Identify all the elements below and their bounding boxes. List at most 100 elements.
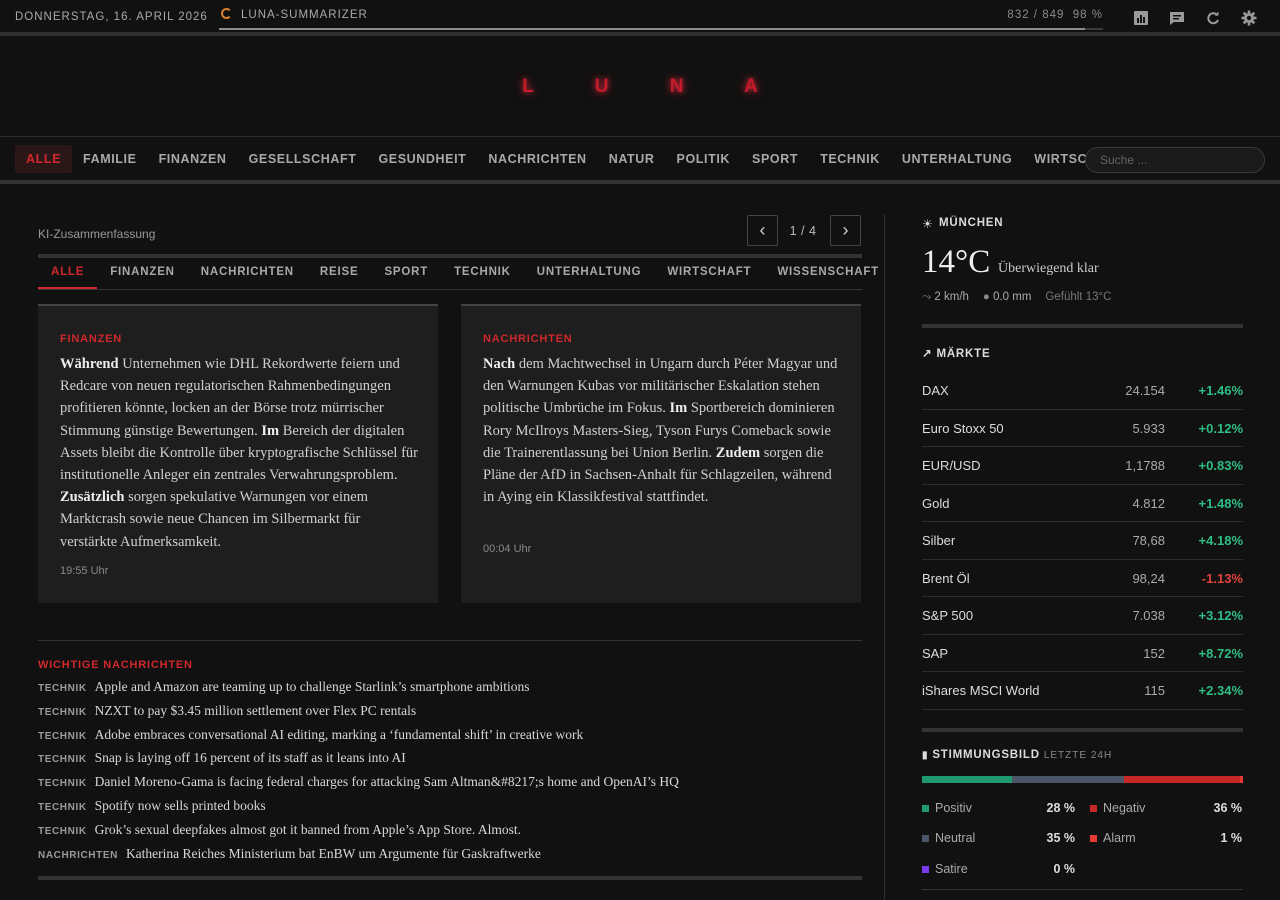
refresh-icon[interactable]	[1204, 9, 1222, 27]
tab-alle[interactable]: ALLE	[38, 266, 98, 289]
market-change: +8.72%	[1198, 645, 1243, 661]
sentiment-segment-alarm	[1239, 776, 1243, 783]
next-page-button[interactable]: ›	[830, 215, 861, 246]
market-value: 152	[1143, 645, 1165, 661]
market-change: +0.12%	[1198, 420, 1243, 436]
important-news-list: TECHNIK Apple and Amazon are teaming up t…	[38, 679, 862, 869]
nav-item-sport[interactable]: SPORT	[741, 145, 809, 173]
column-divider	[884, 214, 885, 900]
nav-item-nachrichten[interactable]: NACHRICHTEN	[477, 145, 597, 173]
nav-item-natur[interactable]: NATUR	[598, 145, 666, 173]
news-category: TECHNIK	[38, 778, 87, 790]
news-title[interactable]: NZXT to pay $3.45 million settlement ove…	[95, 703, 416, 719]
legend-dot	[922, 865, 929, 873]
market-row[interactable]: Silber 78,68 +4.18%	[922, 522, 1243, 560]
news-title[interactable]: Daniel Moreno-Gama is facing federal cha…	[95, 774, 679, 790]
nav-item-familie[interactable]: FAMILIE	[72, 145, 148, 173]
news-category: NACHRICHTEN	[38, 849, 118, 861]
market-row[interactable]: iShares MSCI World 115 +2.34%	[922, 672, 1243, 710]
news-title[interactable]: Adobe embraces conversational AI editing…	[95, 727, 584, 743]
market-name: Euro Stoxx 50	[922, 420, 1004, 436]
summarizer-progress-bar	[219, 28, 1086, 30]
sentiment-title: ▮ STIMMUNGSBILD LETZTE 24H	[922, 749, 1113, 761]
tab-nachrichten[interactable]: NACHRICHTEN	[188, 266, 307, 289]
legend-dot	[1090, 834, 1097, 842]
market-row[interactable]: Euro Stoxx 50 5.933 +0.12%	[922, 410, 1243, 447]
news-item[interactable]: TECHNIK Snap is laying off 16 percent of …	[38, 750, 862, 774]
tab-unterhaltung[interactable]: UNTERHALTUNG	[524, 266, 655, 289]
sun-icon: ☀	[922, 217, 933, 231]
summary-tabs: ALLE FINANZEN NACHRICHTEN REISE SPORT TECHNIK…	[38, 254, 878, 290]
news-item[interactable]: TECHNIK NZXT to pay $3.45 million settlem…	[38, 703, 862, 727]
nav-item-gesundheit[interactable]: GESUNDHEIT	[367, 145, 477, 173]
market-row[interactable]: Gold 4.812 +1.48%	[922, 485, 1243, 522]
news-item[interactable]: TECHNIK Grok’s sexual deepfakes almost go…	[38, 822, 862, 846]
markets-title: ↗ MÄRKTE	[922, 348, 991, 360]
legend-label: Alarm	[1103, 831, 1136, 845]
nav-item-unterhaltung[interactable]: UNTERHALTUNG	[891, 145, 1023, 173]
legend-label: Positiv	[935, 801, 972, 815]
site-logo[interactable]: L U N A	[0, 76, 1280, 98]
market-name: DAX	[922, 383, 949, 398]
card-text: Während Unternehmen wie DHL Rekordwerte …	[60, 356, 418, 550]
tab-wissenschaft[interactable]: WISSENSCHAFT	[764, 266, 892, 289]
market-row[interactable]: SAP 152 +8.72%	[922, 635, 1243, 672]
tab-finanzen[interactable]: FINANZEN	[97, 266, 188, 289]
nav-item-finanzen[interactable]: FINANZEN	[148, 145, 238, 173]
nav-item-gesellschaft[interactable]: GESELLSCHAFT	[238, 145, 368, 173]
search-input[interactable]	[1085, 147, 1265, 173]
sentiment-legend-alarm: Alarm	[1090, 831, 1136, 845]
weather-description: Überwiegend klar	[998, 261, 1099, 276]
nav-item-technik[interactable]: TECHNIK	[809, 145, 891, 173]
news-title[interactable]: Grok’s sexual deepfakes almost got it ba…	[95, 822, 521, 838]
news-item[interactable]: TECHNIK Adobe embraces conversational AI …	[38, 727, 862, 751]
news-item[interactable]: TECHNIK Spotify now sells printed books	[38, 798, 862, 822]
market-row[interactable]: Brent Öl 98,24 -1.13%	[922, 560, 1243, 597]
chart-icon[interactable]	[1132, 9, 1150, 27]
current-date: DONNERSTAG, 16. APRIL 2026	[15, 11, 208, 23]
news-title[interactable]: Snap is laying off 16 percent of its sta…	[95, 750, 406, 766]
news-title[interactable]: Spotify now sells printed books	[95, 798, 266, 814]
weather-details: ⤳ 2 km/h ● 0.0 mm Gefühlt 13°C	[922, 291, 1111, 304]
news-item[interactable]: NACHRICHTEN Katherina Reiches Ministerium…	[38, 846, 862, 870]
news-title[interactable]: Katherina Reiches Ministerium bat EnBW u…	[126, 846, 541, 862]
prev-page-button[interactable]: ‹	[747, 215, 778, 246]
raindrop-icon: ●	[982, 291, 990, 303]
chat-icon[interactable]	[1168, 9, 1186, 27]
legend-label: Negativ	[1103, 801, 1146, 815]
sentiment-segment-negativ	[1124, 776, 1240, 783]
news-category: TECHNIK	[38, 706, 87, 718]
sentiment-legend-negativ: Negativ	[1090, 801, 1145, 815]
sentiment-percent: 0 %	[1053, 862, 1075, 876]
news-item[interactable]: TECHNIK Daniel Moreno-Gama is facing fede…	[38, 774, 862, 798]
tab-wirtschaft[interactable]: WIRTSCHAFT	[654, 266, 764, 289]
market-value: 7.038	[1132, 608, 1165, 623]
section-divider	[922, 324, 1243, 328]
section-divider	[922, 889, 1243, 890]
summary-card: FINANZEN Während Unternehmen wie DHL Rek…	[38, 304, 438, 603]
tab-technik[interactable]: TECHNIK	[441, 266, 524, 289]
settings-icon[interactable]	[1240, 9, 1258, 27]
market-row[interactable]: S&P 500 7.038 +3.12%	[922, 597, 1243, 635]
important-news-title: WICHTIGE NACHRICHTEN	[38, 659, 193, 671]
market-change: +2.34%	[1198, 683, 1243, 698]
summary-label: KI-Zusammenfassung	[38, 227, 156, 241]
market-change: +0.83%	[1198, 458, 1243, 473]
market-value: 115	[1144, 683, 1165, 698]
market-change: -1.13%	[1201, 570, 1243, 586]
tab-sport[interactable]: SPORT	[371, 266, 441, 289]
wind-icon: ⤳	[922, 291, 932, 303]
market-name: Silber	[922, 533, 956, 548]
news-category: TECHNIK	[38, 730, 87, 742]
sentiment-percent: 36 %	[1213, 801, 1243, 815]
market-row[interactable]: DAX 24.154 +1.46%	[922, 372, 1243, 410]
news-title[interactable]: Apple and Amazon are teaming up to chall…	[95, 679, 530, 695]
market-row[interactable]: EUR/USD 1,1788 +0.83%	[922, 447, 1243, 485]
nav-items: ALLE FAMILIE FINANZEN GESELLSCHAFT GESUNDHEI…	[15, 145, 1134, 173]
market-name: SAP	[922, 645, 949, 661]
nav-item-politik[interactable]: POLITIK	[666, 145, 742, 173]
market-value: 78,68	[1132, 533, 1165, 548]
tab-reise[interactable]: REISE	[307, 266, 372, 289]
nav-item-alle[interactable]: ALLE	[15, 145, 73, 173]
news-item[interactable]: TECHNIK Apple and Amazon are teaming up t…	[38, 679, 862, 703]
